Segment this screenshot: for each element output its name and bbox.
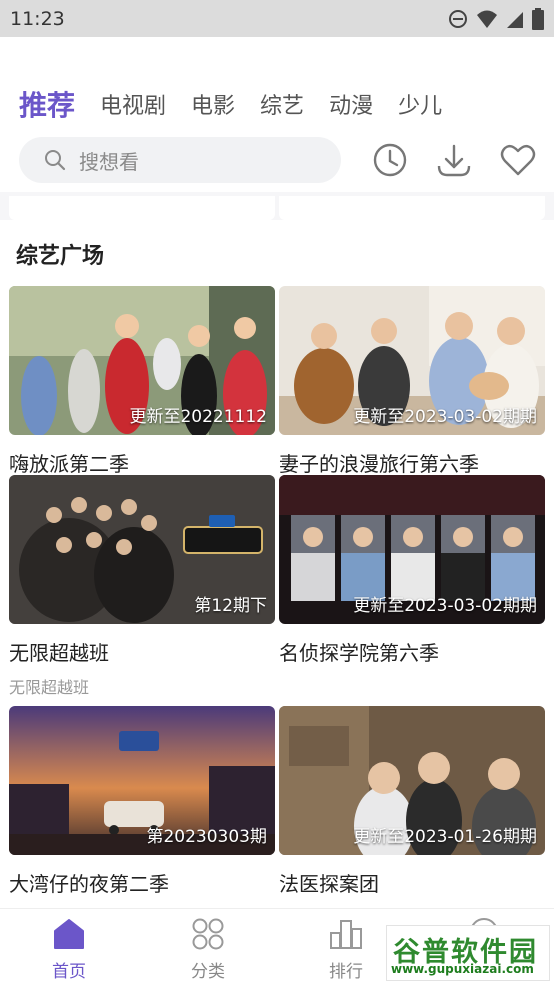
stub-card-left[interactable] (9, 196, 275, 220)
video-thumbnail[interactable]: 更新至2023-03-02期期 (279, 475, 545, 624)
video-card[interactable]: 更新至2023-01-26期期 法医探案团 (279, 706, 545, 897)
tab-tv-series[interactable]: 电视剧 (100, 88, 166, 120)
search-icon (45, 150, 66, 171)
video-card[interactable]: 第20230303期 大湾仔的夜第二季 (9, 706, 275, 897)
status-bar: 11:23 (0, 0, 554, 37)
nav-ranking-label: 排行 (329, 962, 363, 982)
nav-category[interactable]: 分类 (168, 917, 248, 982)
video-card[interactable]: 更新至20221112 嗨放派第二季 (9, 286, 275, 477)
video-thumbnail[interactable]: 第20230303期 (9, 706, 275, 855)
tab-variety[interactable]: 综艺 (260, 88, 304, 120)
site-watermark: 谷普软件园 www.gupuxiazai.com (386, 925, 550, 981)
video-thumbnail[interactable]: 更新至2023-01-26期期 (279, 706, 545, 855)
history-icon[interactable] (371, 141, 409, 179)
tab-movies[interactable]: 电影 (191, 88, 235, 120)
video-card[interactable]: 更新至2023-03-02期期 名侦探学院第六季 (279, 475, 545, 666)
update-badge: 更新至20221112 (129, 407, 267, 427)
update-badge: 第20230303期 (146, 827, 267, 847)
ranking-icon (330, 920, 362, 949)
video-title[interactable]: 无限超越班 (9, 637, 275, 666)
wifi-icon (477, 10, 497, 28)
search-input[interactable]: 搜想看 (19, 137, 341, 183)
update-badge: 更新至2023-03-02期期 (353, 407, 537, 427)
nav-category-label: 分类 (191, 962, 225, 982)
nav-home-label: 首页 (52, 962, 86, 982)
video-title[interactable]: 嗨放派第二季 (9, 448, 275, 477)
search-placeholder: 搜想看 (79, 149, 139, 174)
update-badge: 第12期下 (194, 596, 267, 616)
nav-ranking[interactable]: 排行 (306, 917, 386, 982)
video-title[interactable]: 名侦探学院第六季 (279, 637, 545, 666)
cell-signal-icon (507, 11, 523, 28)
favorite-icon[interactable] (499, 141, 537, 179)
do-not-disturb-icon (449, 9, 467, 28)
video-subtitle: 无限超越班 (9, 678, 90, 697)
section-title: 综艺广场 (16, 244, 105, 269)
watermark-url: www.gupuxiazai.com (391, 962, 534, 976)
video-title[interactable]: 妻子的浪漫旅行第六季 (279, 448, 545, 477)
category-grid-icon (192, 918, 224, 950)
video-thumbnail[interactable]: 第12期下 (9, 475, 275, 624)
stub-card-right[interactable] (279, 196, 545, 220)
tab-kids[interactable]: 少儿 (398, 88, 442, 120)
category-tabs: 推荐 电视剧 电影 综艺 动漫 少儿 (0, 80, 554, 128)
home-icon (54, 919, 84, 949)
tab-anime[interactable]: 动漫 (329, 88, 373, 120)
download-icon[interactable] (435, 141, 473, 179)
tab-recommend[interactable]: 推荐 (19, 84, 75, 124)
video-title[interactable]: 法医探案团 (279, 868, 545, 897)
video-thumbnail[interactable]: 更新至2023-03-02期期 (279, 286, 545, 435)
update-badge: 更新至2023-03-02期期 (353, 596, 537, 616)
battery-icon (532, 7, 544, 30)
update-badge: 更新至2023-01-26期期 (353, 827, 537, 847)
video-card[interactable]: 更新至2023-03-02期期 妻子的浪漫旅行第六季 (279, 286, 545, 477)
video-thumbnail[interactable]: 更新至20221112 (9, 286, 275, 435)
video-title[interactable]: 大湾仔的夜第二季 (9, 868, 275, 897)
search-row: 搜想看 (0, 137, 554, 185)
video-card[interactable]: 第12期下 无限超越班 无限超越班 (9, 475, 275, 698)
nav-home[interactable]: 首页 (29, 917, 109, 982)
status-icons (448, 7, 544, 30)
status-time: 11:23 (10, 7, 65, 30)
